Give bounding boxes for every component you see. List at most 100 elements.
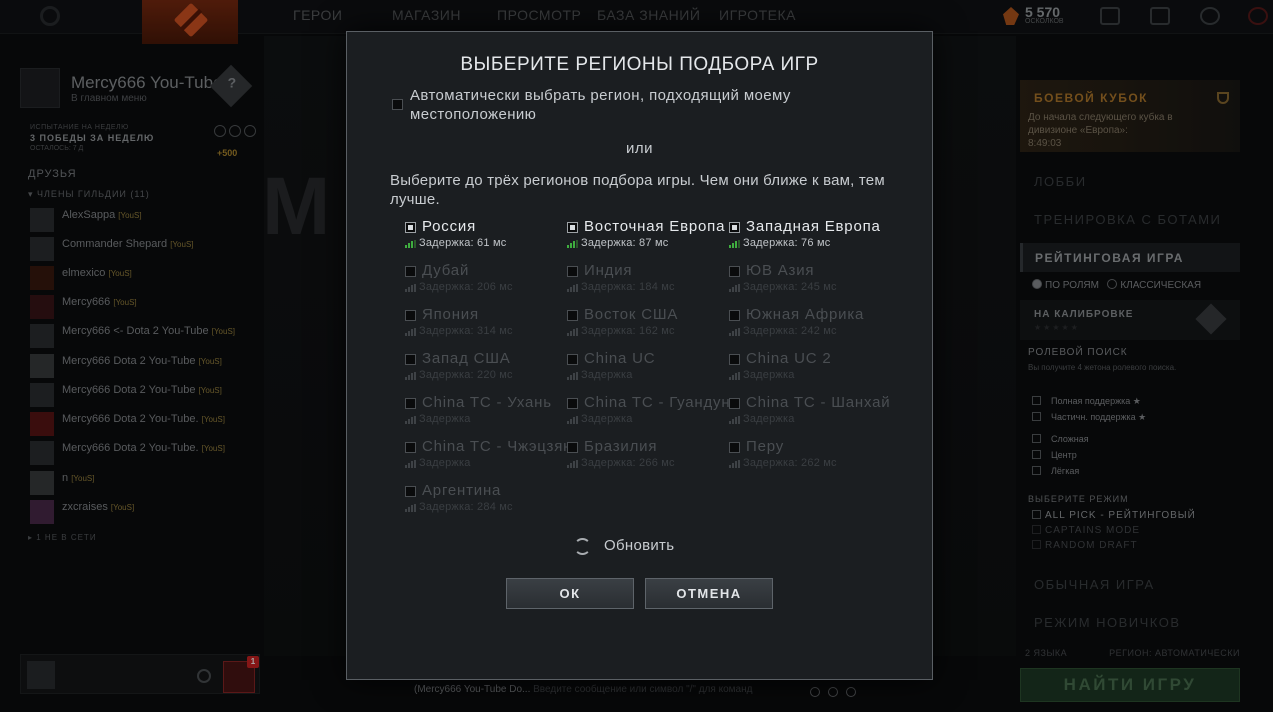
region-ping: Задержка: 184 мс xyxy=(581,281,675,293)
region-ping: Задержка xyxy=(743,413,795,425)
region-option[interactable]: Перу Задержка: 262 мс xyxy=(729,438,889,482)
signal-strength-icon xyxy=(405,460,416,468)
signal-strength-icon xyxy=(729,240,740,248)
signal-strength-icon xyxy=(729,284,740,292)
region-ping: Задержка: 284 мс xyxy=(419,501,513,513)
region-name[interactable]: Бразилия xyxy=(584,438,657,455)
signal-strength-icon xyxy=(405,240,416,248)
region-checkbox[interactable] xyxy=(405,486,416,497)
region-checkbox[interactable] xyxy=(567,310,578,321)
region-ping: Задержка: 61 мс xyxy=(419,237,507,249)
signal-strength-icon xyxy=(567,240,578,248)
region-name[interactable]: Перу xyxy=(746,438,784,455)
region-ping: Задержка: 245 мс xyxy=(743,281,837,293)
region-name[interactable]: China UC 2 xyxy=(746,350,832,367)
cancel-button[interactable]: ОТМЕНА xyxy=(645,578,773,609)
signal-strength-icon xyxy=(567,372,578,380)
region-checkbox[interactable] xyxy=(729,398,740,409)
auto-region-checkbox[interactable] xyxy=(392,99,403,110)
region-select-dialog: ВЫБЕРИТЕ РЕГИОНЫ ПОДБОРА ИГР Автоматичес… xyxy=(346,31,933,680)
region-option[interactable]: China TC - Шанхай Задержка xyxy=(729,394,890,438)
region-checkbox[interactable] xyxy=(729,354,740,365)
region-ping: Задержка xyxy=(581,413,633,425)
signal-strength-icon xyxy=(729,460,740,468)
region-ping: Задержка: 266 мс xyxy=(581,457,675,469)
signal-strength-icon xyxy=(405,372,416,380)
refresh-icon xyxy=(574,538,591,555)
region-checkbox[interactable] xyxy=(405,222,416,233)
region-name[interactable]: Индия xyxy=(584,262,632,279)
region-ping: Задержка: 220 мс xyxy=(419,369,513,381)
region-option[interactable]: Япония Задержка: 314 мс xyxy=(405,306,565,350)
signal-strength-icon xyxy=(567,284,578,292)
region-name[interactable]: China TC - Гуандун xyxy=(584,394,730,411)
region-option[interactable]: China UC Задержка xyxy=(567,350,727,394)
region-name[interactable]: ЮВ Азия xyxy=(746,262,814,279)
region-name[interactable]: China TC - Ухань xyxy=(422,394,552,411)
signal-strength-icon xyxy=(405,504,416,512)
region-name[interactable]: China UC xyxy=(584,350,655,367)
region-ping: Задержка: 314 мс xyxy=(419,325,513,337)
region-checkbox[interactable] xyxy=(567,442,578,453)
region-ping: Задержка: 262 мс xyxy=(743,457,837,469)
region-ping: Задержка: 87 мс xyxy=(581,237,669,249)
region-checkbox[interactable] xyxy=(405,266,416,277)
region-ping: Задержка xyxy=(419,413,471,425)
region-option[interactable]: China UC 2 Задержка xyxy=(729,350,889,394)
region-name[interactable]: Восток США xyxy=(584,306,678,323)
region-name[interactable]: Япония xyxy=(422,306,479,323)
region-option[interactable]: China TC - Ухань Задержка xyxy=(405,394,565,438)
region-option[interactable]: Восток США Задержка: 162 мс xyxy=(567,306,727,350)
region-name[interactable]: Аргентина xyxy=(422,482,501,499)
region-checkbox[interactable] xyxy=(567,354,578,365)
region-option[interactable]: Аргентина Задержка: 284 мс xyxy=(405,482,565,526)
region-ping: Задержка xyxy=(743,369,795,381)
region-option[interactable]: Западная Европа Задержка: 76 мс xyxy=(729,218,889,262)
signal-strength-icon xyxy=(729,328,740,336)
region-checkbox[interactable] xyxy=(729,442,740,453)
region-option[interactable]: ЮВ Азия Задержка: 245 мс xyxy=(729,262,889,306)
region-name[interactable]: Восточная Европа xyxy=(584,218,725,235)
region-ping: Задержка: 242 мс xyxy=(743,325,837,337)
region-option[interactable]: Запад США Задержка: 220 мс xyxy=(405,350,565,394)
region-name[interactable]: Дубай xyxy=(422,262,469,279)
region-checkbox[interactable] xyxy=(405,442,416,453)
region-checkbox[interactable] xyxy=(567,266,578,277)
region-checkbox[interactable] xyxy=(405,398,416,409)
region-option[interactable]: Бразилия Задержка: 266 мс xyxy=(567,438,727,482)
region-checkbox[interactable] xyxy=(729,222,740,233)
region-checkbox[interactable] xyxy=(729,266,740,277)
signal-strength-icon xyxy=(729,372,740,380)
region-option[interactable]: Дубай Задержка: 206 мс xyxy=(405,262,565,306)
region-ping: Задержка xyxy=(581,369,633,381)
region-option[interactable]: Южная Африка Задержка: 242 мс xyxy=(729,306,889,350)
region-ping: Задержка: 162 мс xyxy=(581,325,675,337)
auto-region-label[interactable]: Автоматически выбрать регион, подходящий… xyxy=(410,86,890,124)
region-instructions: Выберите до трёх регионов подбора игры. … xyxy=(390,172,885,208)
region-name[interactable]: Южная Африка xyxy=(746,306,864,323)
or-separator: или xyxy=(625,140,653,157)
region-name[interactable]: Западная Европа xyxy=(746,218,881,235)
region-checkbox[interactable] xyxy=(729,310,740,321)
signal-strength-icon xyxy=(729,416,740,424)
region-option[interactable]: Россия Задержка: 61 мс xyxy=(405,218,565,262)
region-name[interactable]: China TC - Чжэцзян xyxy=(422,438,572,455)
region-option[interactable]: Восточная Европа Задержка: 87 мс xyxy=(567,218,727,262)
region-checkbox[interactable] xyxy=(405,310,416,321)
refresh-label: Обновить xyxy=(604,537,675,554)
region-option[interactable]: China TC - Чжэцзян Задержка xyxy=(405,438,571,482)
region-name[interactable]: China TC - Шанхай xyxy=(746,394,890,411)
region-checkbox[interactable] xyxy=(405,354,416,365)
signal-strength-icon xyxy=(567,416,578,424)
region-ping: Задержка xyxy=(419,457,471,469)
region-ping: Задержка: 206 мс xyxy=(419,281,513,293)
region-checkbox[interactable] xyxy=(567,398,578,409)
ok-button[interactable]: ОК xyxy=(506,578,634,609)
region-name[interactable]: Запад США xyxy=(422,350,511,367)
region-option[interactable]: China TC - Гуандун Задержка xyxy=(567,394,730,438)
region-checkbox[interactable] xyxy=(567,222,578,233)
region-name[interactable]: Россия xyxy=(422,218,476,235)
signal-strength-icon xyxy=(405,416,416,424)
region-option[interactable]: Индия Задержка: 184 мс xyxy=(567,262,727,306)
signal-strength-icon xyxy=(405,328,416,336)
